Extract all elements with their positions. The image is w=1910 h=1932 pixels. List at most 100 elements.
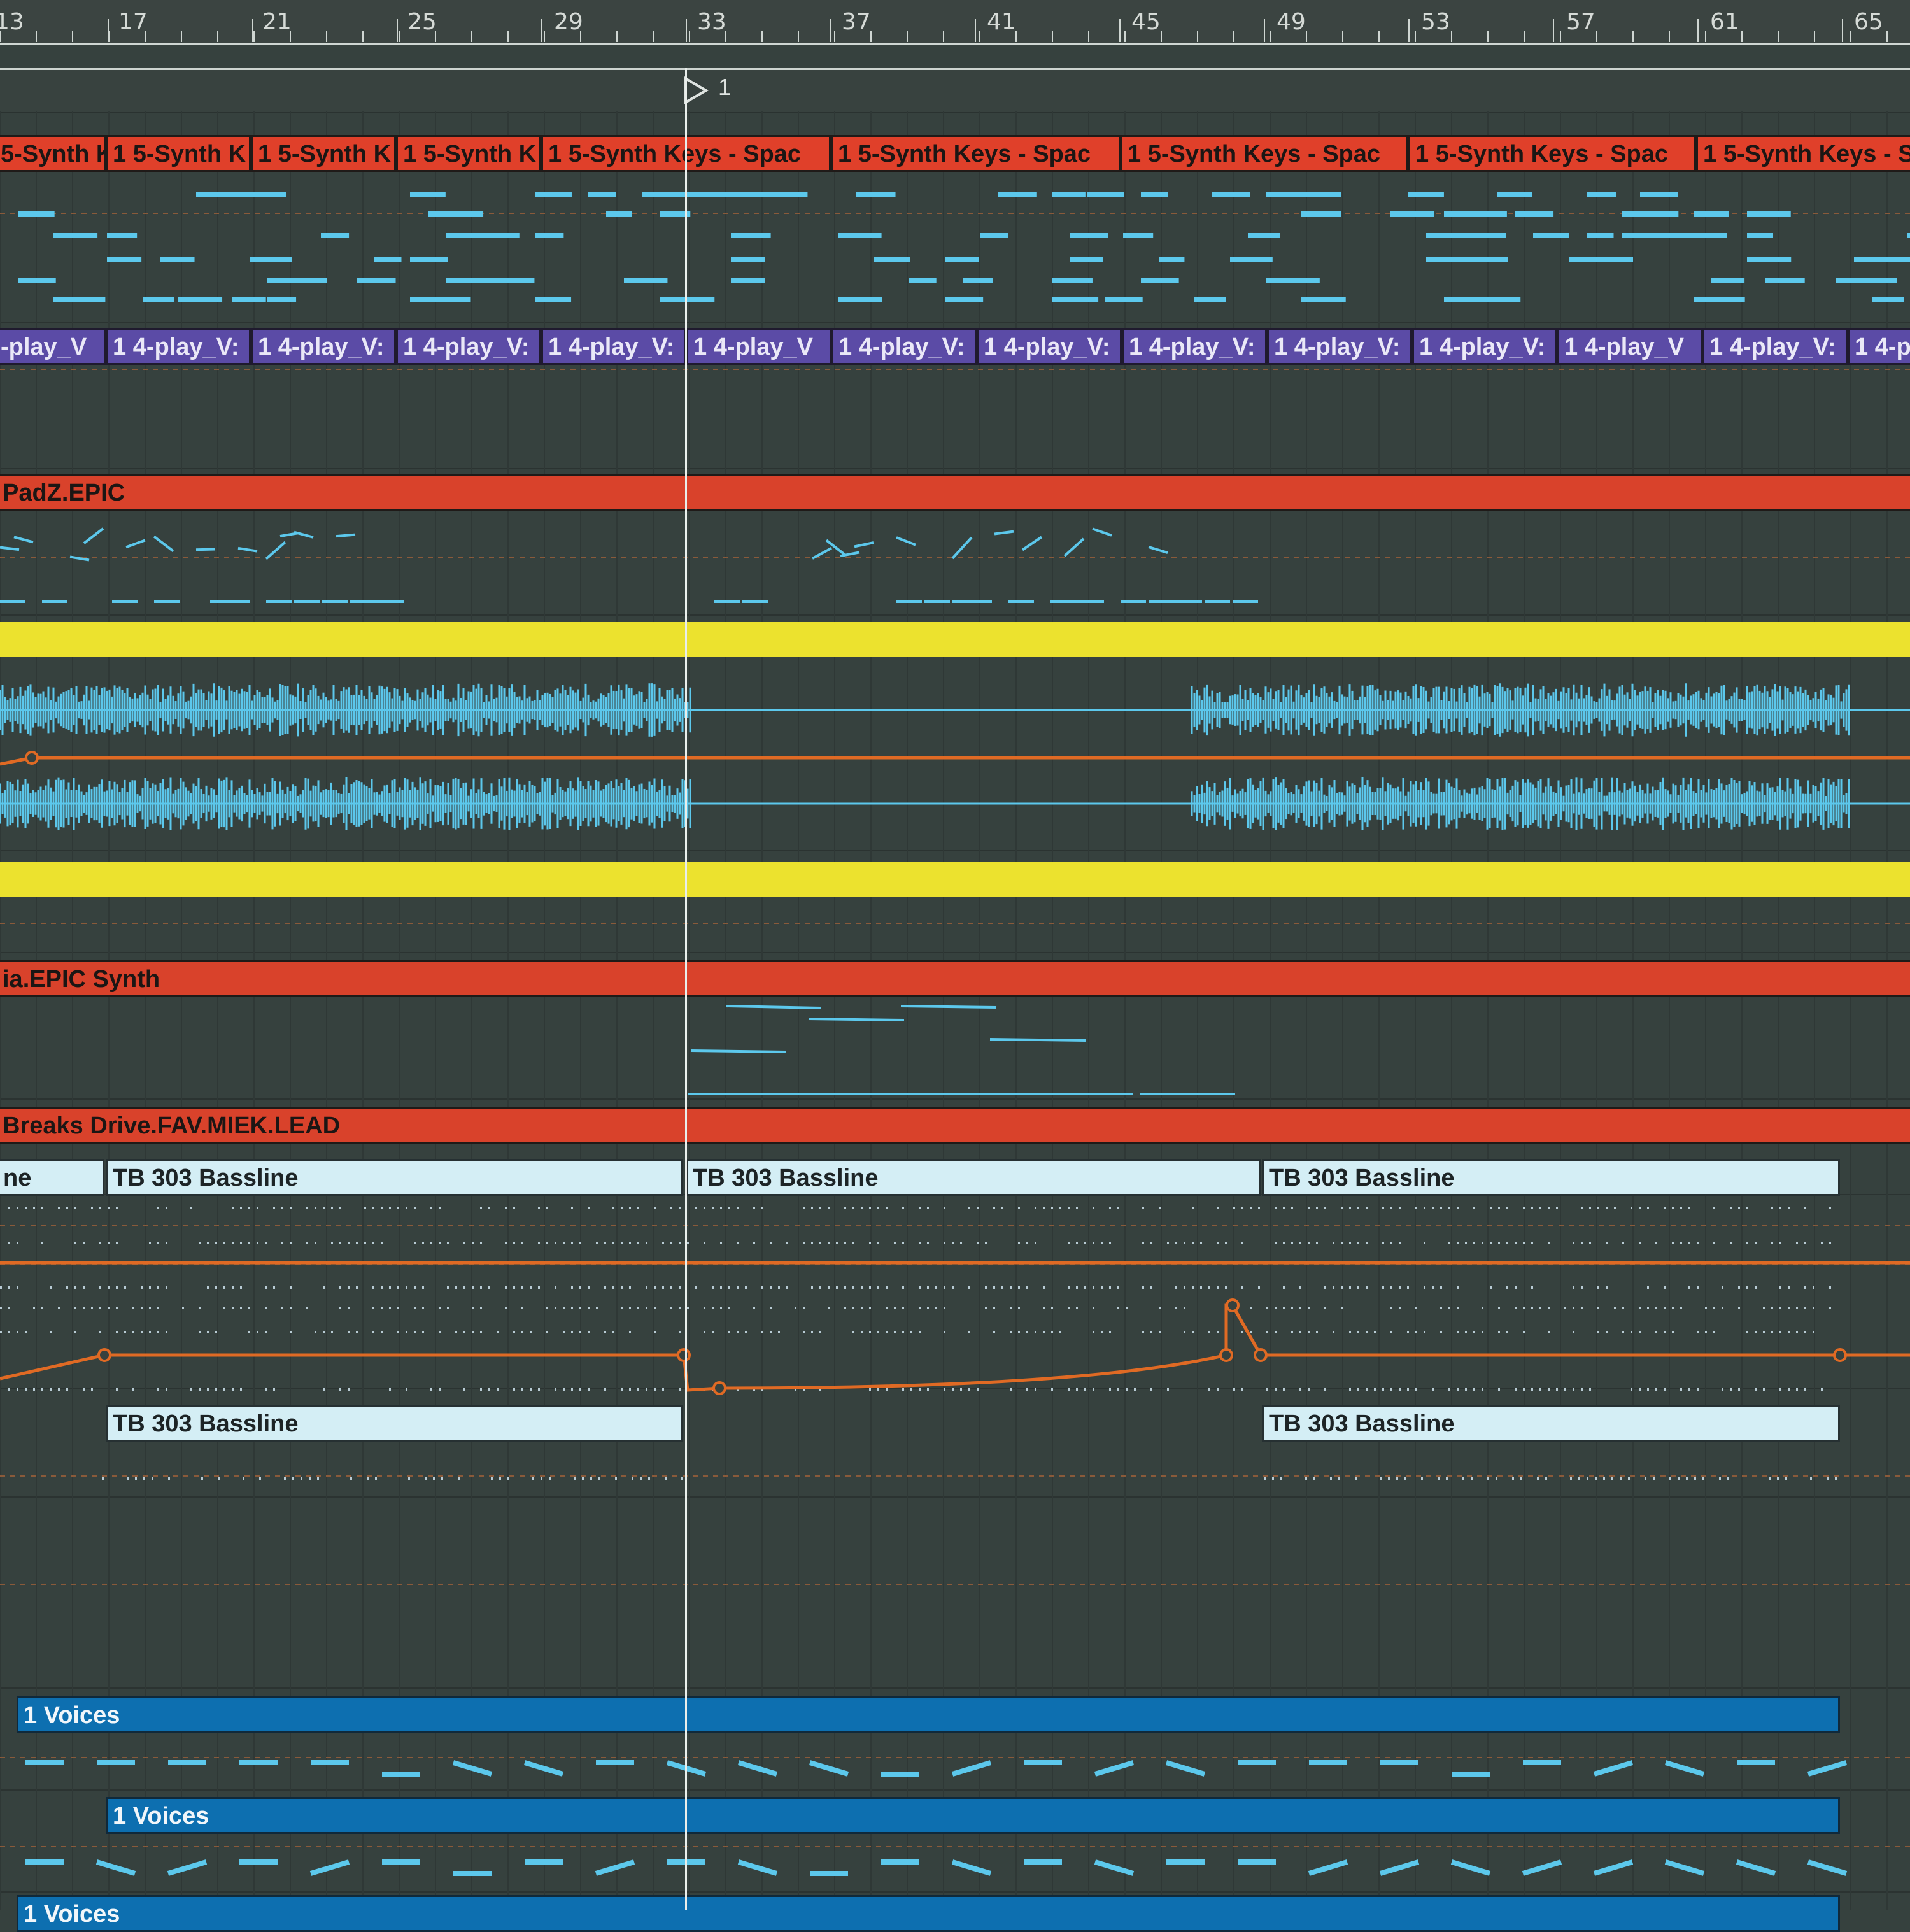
midi-note-dot (1664, 1207, 1666, 1209)
clip-synth-keys[interactable]: 1 5-Synth Keys - Spac (1408, 135, 1696, 172)
clip-play-vox[interactable]: 1 4-play_V: (977, 328, 1122, 365)
midi-note-dot (1777, 1477, 1779, 1480)
midi-note-dot (1275, 1207, 1277, 1209)
clip-bassline[interactable]: ne (0, 1159, 104, 1196)
clip-bassline[interactable]: TB 303 Bassline (106, 1159, 683, 1196)
clip-synth-keys[interactable]: 1 5-Synth Keys - Spac (1696, 135, 1910, 172)
midi-note-dot (563, 1307, 565, 1309)
midi-note-dot (1225, 1242, 1227, 1244)
clip-play-vox[interactable]: 1 4-play_V: (251, 328, 396, 365)
midi-note-dot (555, 1388, 556, 1391)
midi-note-dot (1672, 1242, 1674, 1244)
automation-point[interactable] (1833, 1348, 1847, 1362)
clip-play-vox[interactable]: 1 4-play_V: (106, 328, 251, 365)
clip-play-vox[interactable]: 1 4-play_V: (541, 328, 686, 365)
midi-note-dot (1446, 1477, 1448, 1480)
clip-voices[interactable]: 1 Voices (17, 1895, 1840, 1932)
midi-note-dot (1349, 1242, 1351, 1244)
midi-note-dot (621, 1388, 623, 1391)
midi-note-dot (1415, 1388, 1417, 1391)
automation-point[interactable] (25, 751, 39, 765)
clip-play-vox[interactable]: 1 4-play_V: (831, 328, 977, 365)
automation-point[interactable] (1254, 1348, 1268, 1362)
clip-voices[interactable]: 1 Voices (17, 1696, 1840, 1733)
clip-play-vox[interactable]: 1 4-play_V: (396, 328, 541, 365)
clip-voices[interactable]: 1 Voices (106, 1797, 1840, 1834)
automation-point[interactable] (97, 1348, 111, 1362)
clip-play-vox[interactable]: 1 4-play_V: (1267, 328, 1412, 365)
clip-lead[interactable]: Breaks Drive.FAV.MIEK.LEAD (0, 1107, 1910, 1144)
midi-note-dot (422, 1242, 424, 1244)
midi-note-dot (1664, 1307, 1666, 1309)
clip-synth-keys[interactable]: 5-Synth K (0, 135, 106, 172)
midi-note-dot (290, 1242, 292, 1244)
clip-play-vox[interactable]: 1 4-play_V (686, 328, 831, 365)
midi-note-dot (1804, 1331, 1806, 1333)
midi-note-dot (1448, 1307, 1450, 1309)
midi-note-dot (513, 1331, 515, 1333)
midi-note-dot (629, 1207, 631, 1209)
midi-note-dot (281, 1242, 283, 1244)
clip-bassline[interactable]: TB 303 Bassline (106, 1405, 683, 1442)
midi-note-dot (1349, 1207, 1351, 1209)
midi-note-dot (646, 1286, 647, 1289)
clip-padz[interactable]: PadZ.EPIC (0, 474, 1910, 511)
midi-note-dot (430, 1207, 432, 1209)
midi-note-dot (152, 1477, 153, 1480)
clip-play-vox[interactable]: 1 4-p (1848, 328, 1910, 365)
clip-synth-keys[interactable]: 1 5-Synth Keys - Spac (831, 135, 1121, 172)
midi-note-dot (968, 1331, 970, 1333)
automation-point[interactable] (712, 1381, 726, 1395)
midi-note-dot (993, 1207, 995, 1209)
midi-note-dot (1101, 1286, 1103, 1289)
midi-note-dot (579, 1286, 581, 1289)
clip-epic-synth[interactable]: ia.EPIC Synth (0, 960, 1910, 997)
midi-note (994, 530, 1014, 536)
midi-note-dot (1531, 1207, 1533, 1209)
clip-synth-keys[interactable]: 1 5-Synth K (106, 135, 251, 172)
clip-synth-keys[interactable]: 1 5-Synth Keys - Spac (1121, 135, 1408, 172)
midi-note-dot (108, 1307, 110, 1309)
midi-note-dot (571, 1388, 573, 1391)
midi-note-dot (108, 1242, 110, 1244)
automation-point[interactable] (1226, 1298, 1240, 1312)
midi-note-dot (17, 1242, 18, 1244)
clip-audio-bottom[interactable] (0, 862, 1910, 897)
midi-note-dot (1730, 1207, 1732, 1209)
clip-audio-top[interactable] (0, 622, 1910, 657)
midi-note-dot (1424, 1286, 1425, 1289)
midi-note-dot (1465, 1242, 1467, 1244)
midi-note-dot (770, 1242, 772, 1244)
midi-note (825, 539, 847, 557)
automation-point[interactable] (677, 1348, 691, 1362)
midi-note-dot (168, 1477, 170, 1480)
midi-note-dot (157, 1307, 159, 1309)
midi-note-dot (1722, 1388, 1723, 1391)
clip-play-vox[interactable]: 1 4-play_V: (1122, 328, 1267, 365)
clip-bassline[interactable]: TB 303 Bassline (1262, 1405, 1840, 1442)
midi-note-dot (1440, 1207, 1442, 1209)
midi-note-dot (83, 1307, 85, 1309)
midi-note-dot (1208, 1331, 1210, 1333)
midi-note (989, 1038, 1086, 1042)
midi-note-dot (472, 1331, 474, 1333)
midi-note-dot (1589, 1242, 1591, 1244)
midi-note-dot (257, 1242, 258, 1244)
clip-synth-keys[interactable]: 1 5-Synth K (396, 135, 541, 172)
clip-synth-keys[interactable]: 1 5-Synth K (251, 135, 396, 172)
midi-note-dot (414, 1242, 416, 1244)
clip-play-vox[interactable]: -play_V (0, 328, 106, 365)
midi-note-dot (116, 1286, 118, 1289)
clip-play-vox[interactable]: 1 4-play_V: (1702, 328, 1848, 365)
clip-bassline[interactable]: TB 303 Bassline (686, 1159, 1261, 1196)
midi-note-dot (1680, 1242, 1682, 1244)
clip-play-vox[interactable]: 1 4-play_V (1557, 328, 1702, 365)
midi-note-dot (1258, 1207, 1260, 1209)
automation-point[interactable] (1219, 1348, 1233, 1362)
clip-bassline[interactable]: TB 303 Bassline (1262, 1159, 1840, 1196)
midi-note-dot (546, 1207, 548, 1209)
clip-play-vox[interactable]: 1 4-play_V: (1412, 328, 1557, 365)
playhead-line[interactable] (685, 68, 687, 1910)
midi-note-dot (439, 1307, 441, 1309)
midi-note-dot (367, 1477, 369, 1480)
